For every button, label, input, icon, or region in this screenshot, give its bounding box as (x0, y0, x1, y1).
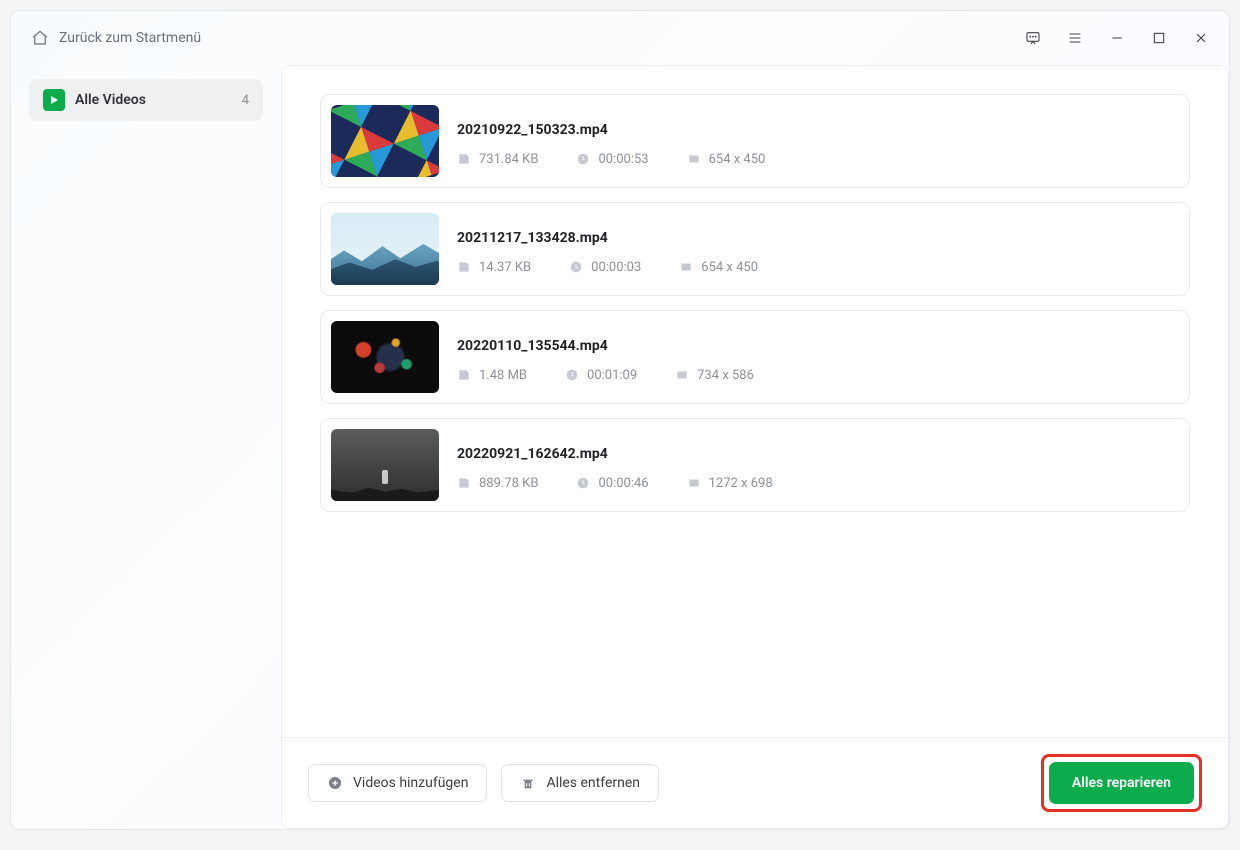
main-panel: 20210922_150323.mp4 731.84 KB 00:00:53 6… (281, 65, 1229, 829)
video-filename: 20210922_150323.mp4 (457, 122, 765, 138)
footer-toolbar: Videos hinzufügen Alles entfernen Alles … (282, 737, 1228, 828)
video-icon (43, 89, 65, 111)
video-duration: 00:00:53 (598, 152, 648, 167)
video-meta: 20220110_135544.mp4 1.48 MB 00:01:09 734… (457, 332, 754, 383)
titlebar: Zurück zum Startmenü (11, 11, 1229, 65)
repair-all-label: Alles reparieren (1072, 775, 1171, 791)
sidebar-item-all-videos[interactable]: Alle Videos 4 (29, 79, 263, 121)
clock-icon (569, 260, 583, 274)
video-item[interactable]: 20220921_162642.mp4 889.78 KB 00:00:46 1… (320, 418, 1190, 512)
video-item[interactable]: 20211217_133428.mp4 14.37 KB 00:00:03 65… (320, 202, 1190, 296)
video-dimensions: 1272 x 698 (709, 476, 773, 491)
video-meta: 20220921_162642.mp4 889.78 KB 00:00:46 1… (457, 440, 773, 491)
video-meta: 20211217_133428.mp4 14.37 KB 00:00:03 65… (457, 224, 758, 275)
sidebar: Alle Videos 4 (11, 65, 281, 829)
plus-circle-icon (327, 775, 343, 791)
clock-icon (565, 368, 579, 382)
video-dimensions: 654 x 450 (709, 152, 766, 167)
back-to-start-link[interactable]: Zurück zum Startmenü (31, 29, 201, 47)
filesize-icon (457, 152, 471, 166)
dimensions-icon (675, 368, 689, 382)
repair-all-button[interactable]: Alles reparieren (1049, 762, 1194, 804)
video-duration: 00:00:03 (591, 260, 641, 275)
sidebar-item-label: Alle Videos (75, 92, 232, 108)
video-size: 1.48 MB (479, 368, 527, 383)
feedback-button[interactable] (1025, 30, 1041, 46)
minimize-button[interactable] (1109, 30, 1125, 46)
clock-icon (576, 152, 590, 166)
video-duration: 00:01:09 (587, 368, 637, 383)
video-item[interactable]: 20220110_135544.mp4 1.48 MB 00:01:09 734… (320, 310, 1190, 404)
dimensions-icon (687, 152, 701, 166)
window-controls (1025, 30, 1209, 46)
home-icon (31, 29, 49, 47)
video-list: 20210922_150323.mp4 731.84 KB 00:00:53 6… (282, 66, 1228, 737)
repair-all-highlight: Alles reparieren (1041, 754, 1202, 812)
dimensions-icon (679, 260, 693, 274)
close-button[interactable] (1193, 30, 1209, 46)
video-dimensions: 654 x 450 (701, 260, 758, 275)
video-stats: 14.37 KB 00:00:03 654 x 450 (457, 260, 758, 275)
clock-icon (576, 476, 590, 490)
video-thumbnail (331, 105, 439, 177)
video-size: 889.78 KB (479, 476, 538, 491)
video-item[interactable]: 20210922_150323.mp4 731.84 KB 00:00:53 6… (320, 94, 1190, 188)
video-filename: 20220110_135544.mp4 (457, 338, 754, 354)
video-stats: 1.48 MB 00:01:09 734 x 586 (457, 368, 754, 383)
add-videos-button[interactable]: Videos hinzufügen (308, 764, 487, 802)
video-size: 14.37 KB (479, 260, 531, 275)
filesize-icon (457, 260, 471, 274)
add-videos-label: Videos hinzufügen (353, 775, 468, 791)
video-filename: 20211217_133428.mp4 (457, 230, 758, 246)
filesize-icon (457, 368, 471, 382)
app-window: Zurück zum Startmenü Alle Videos 4 20 (10, 10, 1230, 830)
maximize-button[interactable] (1151, 30, 1167, 46)
sidebar-item-count: 4 (242, 93, 249, 108)
dimensions-icon (687, 476, 701, 490)
body: Alle Videos 4 20210922_150323.mp4 731.84… (11, 65, 1229, 829)
video-stats: 889.78 KB 00:00:46 1272 x 698 (457, 476, 773, 491)
video-thumbnail (331, 213, 439, 285)
back-label: Zurück zum Startmenü (59, 30, 201, 46)
remove-all-label: Alles entfernen (546, 775, 640, 791)
video-thumbnail (331, 321, 439, 393)
video-filename: 20220921_162642.mp4 (457, 446, 773, 462)
filesize-icon (457, 476, 471, 490)
video-thumbnail (331, 429, 439, 501)
video-dimensions: 734 x 586 (697, 368, 754, 383)
menu-button[interactable] (1067, 30, 1083, 46)
video-size: 731.84 KB (479, 152, 538, 167)
remove-all-button[interactable]: Alles entfernen (501, 764, 659, 802)
trash-icon (520, 775, 536, 791)
video-duration: 00:00:46 (598, 476, 648, 491)
video-stats: 731.84 KB 00:00:53 654 x 450 (457, 152, 765, 167)
video-meta: 20210922_150323.mp4 731.84 KB 00:00:53 6… (457, 116, 765, 167)
